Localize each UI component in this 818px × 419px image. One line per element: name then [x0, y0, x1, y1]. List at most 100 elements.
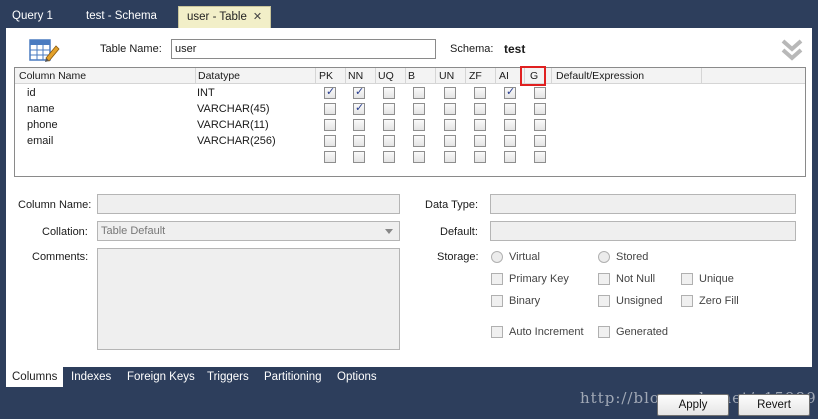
stored-radio[interactable] [598, 251, 610, 263]
nn-checkbox[interactable] [353, 135, 365, 147]
row-datatype[interactable]: VARCHAR(11) [197, 119, 269, 131]
apply-button[interactable]: Apply [657, 394, 729, 416]
tab-indexes[interactable]: Indexes [65, 367, 117, 387]
pk-checkbox[interactable] [324, 135, 336, 147]
tab-partitioning[interactable]: Partitioning [258, 367, 328, 387]
row-datatype[interactable]: INT [197, 87, 215, 99]
col-header-zf[interactable]: ZF [469, 70, 482, 82]
tab-query-1[interactable]: Query 1 [4, 6, 61, 26]
tab-test-schema[interactable]: test - Schema [78, 6, 165, 26]
ai-checkbox[interactable] [504, 119, 516, 131]
row-column-name[interactable]: id [27, 87, 36, 99]
g-checkbox[interactable] [534, 151, 546, 163]
collapse-chevron-icon[interactable] [781, 38, 803, 62]
row-datatype[interactable]: VARCHAR(45) [197, 103, 270, 115]
not-null-label: Not Null [616, 273, 656, 285]
row-column-name[interactable]: email [27, 135, 53, 147]
tab-triggers[interactable]: Triggers [201, 367, 255, 387]
g-checkbox[interactable] [534, 119, 546, 131]
unique-checkbox[interactable] [681, 273, 693, 285]
uq-checkbox[interactable] [383, 135, 395, 147]
virtual-radio[interactable] [491, 251, 503, 263]
col-header-uq[interactable]: UQ [378, 70, 394, 82]
uq-checkbox[interactable] [383, 103, 395, 115]
b-checkbox[interactable] [413, 151, 425, 163]
un-checkbox[interactable] [444, 119, 456, 131]
not-null-checkbox[interactable] [598, 273, 610, 285]
generated-label: Generated [616, 326, 668, 338]
col-header-pk[interactable]: PK [319, 70, 333, 82]
tab-label: user - Table [187, 11, 247, 23]
pk-checkbox[interactable] [324, 103, 336, 115]
zero-fill-checkbox[interactable] [681, 295, 693, 307]
uq-checkbox[interactable] [383, 87, 395, 99]
col-header-column-name[interactable]: Column Name [19, 70, 86, 82]
ai-checkbox[interactable] [504, 85, 516, 99]
nn-checkbox[interactable] [353, 101, 365, 115]
uq-checkbox[interactable] [383, 119, 395, 131]
pk-checkbox[interactable] [324, 119, 336, 131]
col-header-un[interactable]: UN [439, 70, 454, 82]
collation-select[interactable]: Table Default [97, 221, 400, 241]
nn-checkbox[interactable] [353, 119, 365, 131]
zf-checkbox[interactable] [474, 103, 486, 115]
col-header-nn[interactable]: NN [348, 70, 363, 82]
collation-value: Table Default [101, 225, 166, 237]
g-checkbox[interactable] [534, 135, 546, 147]
zf-checkbox[interactable] [474, 87, 486, 99]
un-checkbox[interactable] [444, 103, 456, 115]
unsigned-checkbox[interactable] [598, 295, 610, 307]
b-checkbox[interactable] [413, 103, 425, 115]
column-name-input[interactable] [97, 194, 400, 214]
default-input[interactable] [490, 221, 796, 241]
ai-checkbox[interactable] [504, 135, 516, 147]
un-checkbox[interactable] [444, 151, 456, 163]
zf-checkbox[interactable] [474, 119, 486, 131]
table-row[interactable]: phone VARCHAR(11) [15, 118, 805, 134]
table-row[interactable]: email VARCHAR(256) [15, 134, 805, 150]
row-column-name[interactable]: name [27, 103, 55, 115]
nn-checkbox[interactable] [353, 151, 365, 163]
binary-checkbox[interactable] [491, 295, 503, 307]
ai-checkbox[interactable] [504, 151, 516, 163]
g-checkbox[interactable] [534, 103, 546, 115]
ai-checkbox[interactable] [504, 103, 516, 115]
comments-textarea[interactable] [97, 248, 400, 350]
col-header-default-expression[interactable]: Default/Expression [556, 70, 644, 82]
g-checkbox[interactable] [534, 87, 546, 99]
uq-checkbox[interactable] [383, 151, 395, 163]
virtual-label: Virtual [509, 251, 540, 263]
b-checkbox[interactable] [413, 87, 425, 99]
close-icon[interactable]: ✕ [253, 7, 262, 27]
b-checkbox[interactable] [413, 119, 425, 131]
zf-checkbox[interactable] [474, 135, 486, 147]
primary-key-checkbox[interactable] [491, 273, 503, 285]
un-checkbox[interactable] [444, 87, 456, 99]
tab-user-table[interactable]: user - Table ✕ [178, 6, 272, 28]
table-row-new[interactable] [15, 150, 805, 166]
table-row[interactable]: id INT [15, 86, 805, 102]
un-checkbox[interactable] [444, 135, 456, 147]
generated-checkbox[interactable] [598, 326, 610, 338]
col-header-b[interactable]: B [408, 70, 415, 82]
table-name-input[interactable]: user [171, 39, 436, 59]
b-checkbox[interactable] [413, 135, 425, 147]
data-type-input[interactable] [490, 194, 796, 214]
row-datatype[interactable]: VARCHAR(256) [197, 135, 276, 147]
zf-checkbox[interactable] [474, 151, 486, 163]
table-row[interactable]: name VARCHAR(45) [15, 102, 805, 118]
storage-label: Storage: [437, 251, 479, 263]
pk-checkbox[interactable] [324, 85, 336, 99]
col-header-datatype[interactable]: Datatype [198, 70, 240, 82]
tab-foreign-keys[interactable]: Foreign Keys [121, 367, 201, 387]
col-header-ai[interactable]: AI [499, 70, 509, 82]
tab-columns[interactable]: Columns [6, 367, 64, 387]
pk-checkbox[interactable] [324, 151, 336, 163]
tab-options[interactable]: Options [331, 367, 383, 387]
auto-increment-checkbox[interactable] [491, 326, 503, 338]
data-type-label: Data Type: [425, 199, 478, 211]
nn-checkbox[interactable] [353, 85, 365, 99]
revert-button[interactable]: Revert [738, 394, 810, 416]
row-column-name[interactable]: phone [27, 119, 58, 131]
collation-label: Collation: [42, 226, 88, 238]
